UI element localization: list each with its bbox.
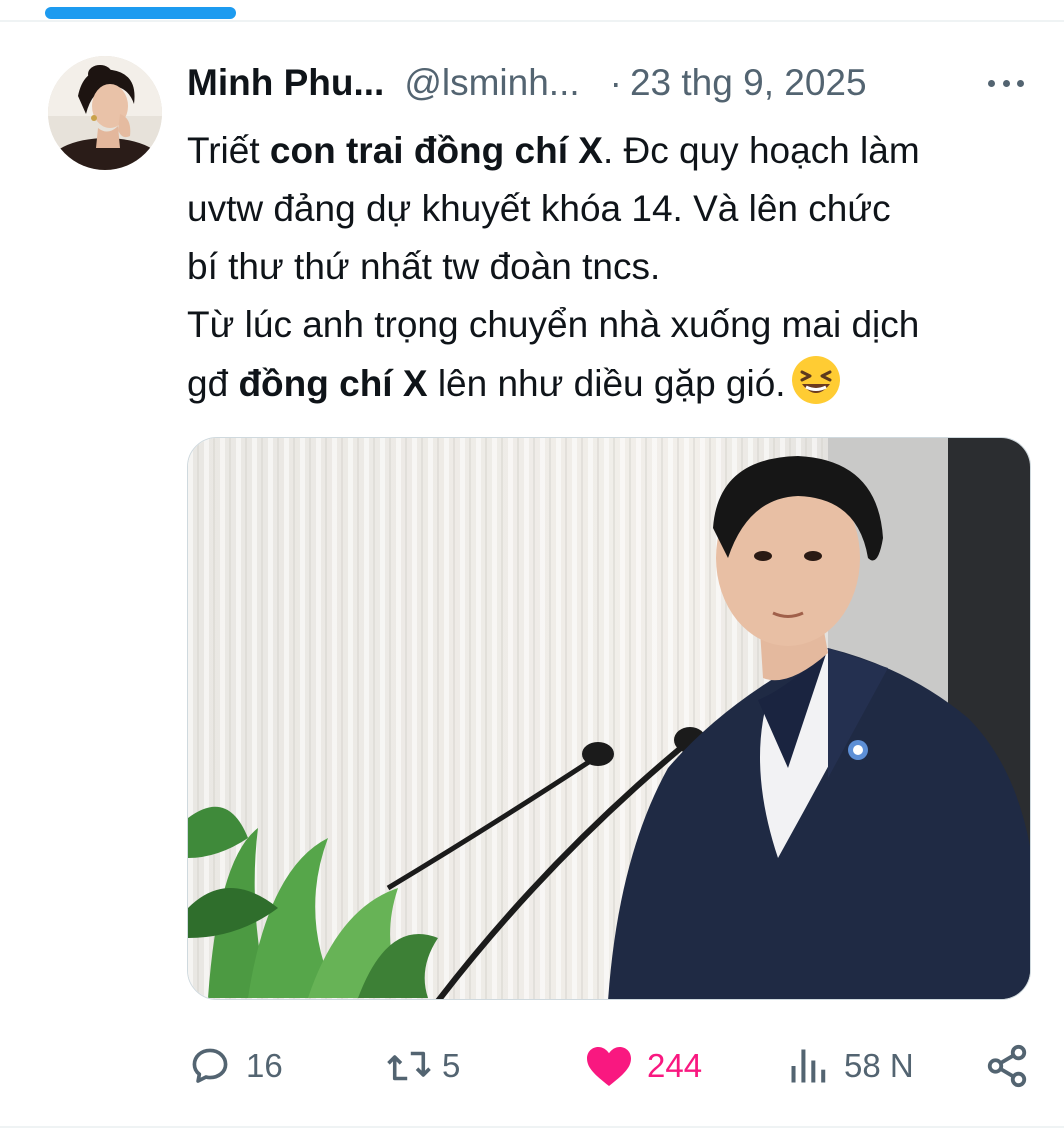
like-button[interactable]: 244 bbox=[585, 1036, 702, 1096]
reply-button[interactable]: 16 bbox=[188, 1036, 283, 1096]
text-span: lên như diều gặp gió. bbox=[427, 363, 786, 404]
user-handle[interactable]: @lsminh... bbox=[404, 62, 579, 104]
laughing-emoji-icon bbox=[791, 356, 840, 404]
display-name[interactable]: Minh Phu... bbox=[187, 62, 384, 104]
reply-count: 16 bbox=[246, 1047, 283, 1084]
heart-icon bbox=[587, 1047, 631, 1086]
tweet-date[interactable]: 23 thg 9, 2025 bbox=[630, 62, 867, 104]
more-icon[interactable] bbox=[984, 66, 1028, 100]
tweet-line: bí thư thứ nhất tw đoàn tncs. bbox=[187, 246, 661, 287]
text-span: gđ bbox=[187, 363, 239, 404]
tweet-line: uvtw đảng dự khuyết khóa 14. Và lên chức bbox=[187, 188, 891, 229]
share-icon bbox=[987, 1044, 1027, 1088]
views-icon bbox=[791, 1049, 826, 1083]
avatar-image bbox=[48, 56, 162, 170]
separator-dot: · bbox=[609, 62, 622, 103]
text-span: . Đc quy hoạch làm bbox=[602, 130, 920, 171]
repost-icon bbox=[387, 1051, 431, 1081]
bold-text: đồng chí X bbox=[238, 363, 428, 404]
tweet-image[interactable] bbox=[187, 437, 1031, 1000]
tweet-line: Từ lúc anh trọng chuyển nhà xuống mai dị… bbox=[187, 304, 920, 345]
like-count: 244 bbox=[647, 1047, 703, 1084]
bottom-divider bbox=[0, 1126, 1064, 1128]
photo-speaker bbox=[188, 438, 1030, 999]
views-button[interactable]: 58 N bbox=[786, 1036, 914, 1096]
scroll-indicator bbox=[45, 7, 236, 19]
share-button[interactable] bbox=[984, 1036, 1030, 1096]
repost-count: 5 bbox=[442, 1047, 461, 1084]
top-divider bbox=[0, 20, 1064, 22]
tweet-header: Minh Phu... @lsminh... · 23 thg 9, 2025 bbox=[187, 58, 1064, 108]
views-count: 58 N bbox=[844, 1047, 914, 1084]
tweet-line: Triết con trai đồng chí X. Đc quy hoạch … bbox=[187, 122, 1047, 180]
text-span: Triết bbox=[187, 130, 270, 171]
tweet-text: Triết con trai đồng chí X. Đc quy hoạch … bbox=[187, 122, 1047, 413]
avatar[interactable] bbox=[48, 56, 162, 170]
repost-button[interactable]: 5 bbox=[384, 1036, 460, 1096]
reply-icon bbox=[192, 1048, 228, 1083]
tweet-line: gđ đồng chí X lên như diều gặp gió. bbox=[187, 354, 1047, 413]
bold-text: con trai đồng chí X bbox=[269, 130, 603, 171]
